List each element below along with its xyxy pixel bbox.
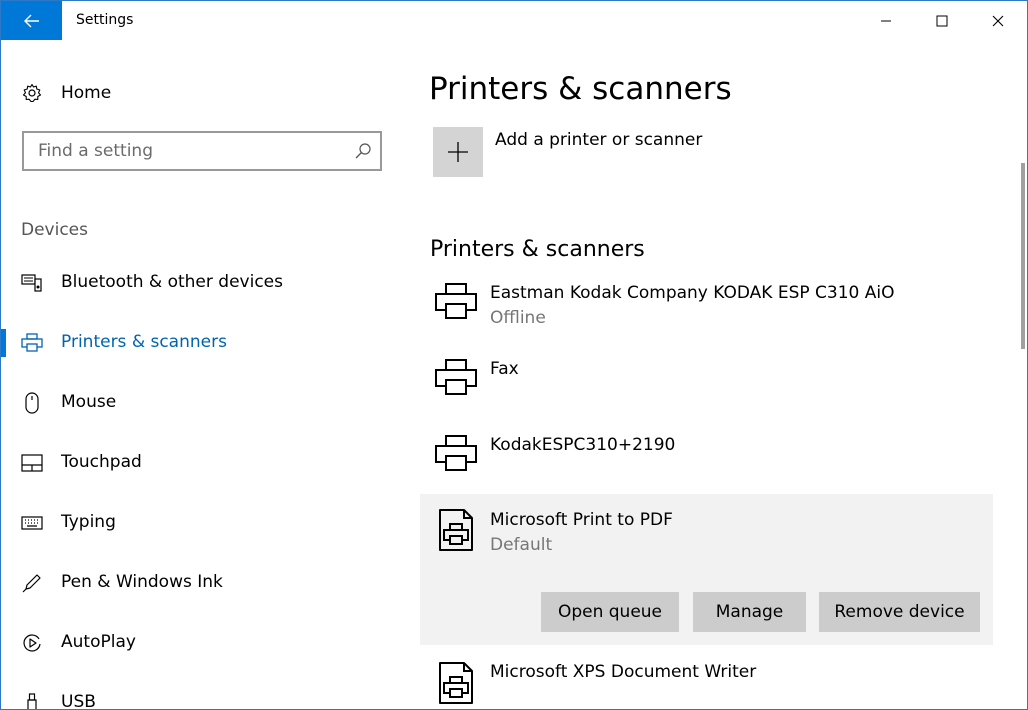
close-button[interactable] [969,1,1026,40]
search-box[interactable] [22,131,382,171]
device-name: Fax [490,359,519,379]
device-item[interactable]: Microsoft XPS Document Writer [420,649,993,709]
title-bar: Settings [1,1,1027,41]
add-printer-button[interactable]: Add a printer or scanner [433,127,833,177]
device-item[interactable]: Eastman Kodak Company KODAK ESP C310 AiO… [420,273,993,339]
sidebar-item-label: Printers & scanners [61,332,227,352]
nav-home-label: Home [61,83,112,103]
sidebar-item-printers[interactable]: Printers & scanners [1,323,401,363]
search-icon [355,143,371,159]
settings-window: Settings Home Devices [0,0,1028,710]
close-icon [992,15,1003,26]
printers-list-heading: Printers & scanners [430,237,645,262]
device-name: Microsoft XPS Document Writer [490,662,757,682]
sidebar-item-bluetooth[interactable]: Bluetooth & other devices [1,263,401,303]
printer-icon [435,359,477,395]
active-indicator [1,329,6,357]
plus-icon [448,142,468,162]
maximize-button[interactable] [913,1,970,40]
sidebar-item-label: Pen & Windows Ink [61,572,223,592]
pdf-printer-icon [439,509,473,551]
section-heading-devices: Devices [21,220,88,240]
back-button[interactable] [1,1,62,40]
printer-icon [435,435,477,471]
pen-icon [20,572,44,594]
sidebar-item-mouse[interactable]: Mouse [1,383,401,423]
search-input[interactable] [24,133,344,169]
device-name: Microsoft Print to PDF [490,510,673,530]
autoplay-icon [20,632,44,654]
sidebar-item-label: AutoPlay [61,632,136,652]
device-item-selected[interactable]: Microsoft Print to PDF Default Open queu… [420,494,993,645]
sidebar-item-touchpad[interactable]: Touchpad [1,443,401,483]
sidebar-item-label: USB [61,692,96,710]
back-arrow-icon [23,14,39,27]
gear-icon [21,82,43,104]
remove-device-button[interactable]: Remove device [819,592,980,632]
device-name: Eastman Kodak Company KODAK ESP C310 AiO [490,283,895,303]
sidebar-item-pen[interactable]: Pen & Windows Ink [1,563,401,603]
printer-icon [435,283,477,319]
sidebar-item-label: Touchpad [61,452,142,472]
printer-icon [20,332,44,354]
sidebar-item-usb[interactable]: USB [1,683,401,710]
window-title: Settings [76,12,134,28]
device-item[interactable]: Fax [420,349,993,415]
keyboard-icon [20,512,44,534]
nav-home[interactable]: Home [21,80,111,106]
sidebar-item-typing[interactable]: Typing [1,503,401,543]
maximize-icon [936,15,947,26]
manage-button[interactable]: Manage [693,592,806,632]
sidebar-item-label: Typing [61,512,116,532]
device-status: Default [490,535,553,555]
page-title: Printers & scanners [429,71,732,107]
device-item[interactable]: KodakESPC310+2190 [420,425,993,491]
scrollbar-thumb[interactable] [1021,163,1025,349]
touchpad-icon [20,452,44,474]
minimize-icon [880,20,891,21]
xps-printer-icon [439,662,473,704]
add-tile [433,127,483,177]
add-printer-label: Add a printer or scanner [495,130,703,150]
sidebar-item-label: Mouse [61,392,117,412]
bluetooth-devices-icon [20,272,44,294]
device-status: Offline [490,308,546,328]
minimize-button[interactable] [857,1,914,40]
sidebar-item-label: Bluetooth & other devices [61,272,283,292]
open-queue-button[interactable]: Open queue [541,592,679,632]
mouse-icon [20,392,44,414]
device-name: KodakESPC310+2190 [490,435,676,455]
sidebar-item-autoplay[interactable]: AutoPlay [1,623,401,663]
usb-icon [20,692,44,709]
